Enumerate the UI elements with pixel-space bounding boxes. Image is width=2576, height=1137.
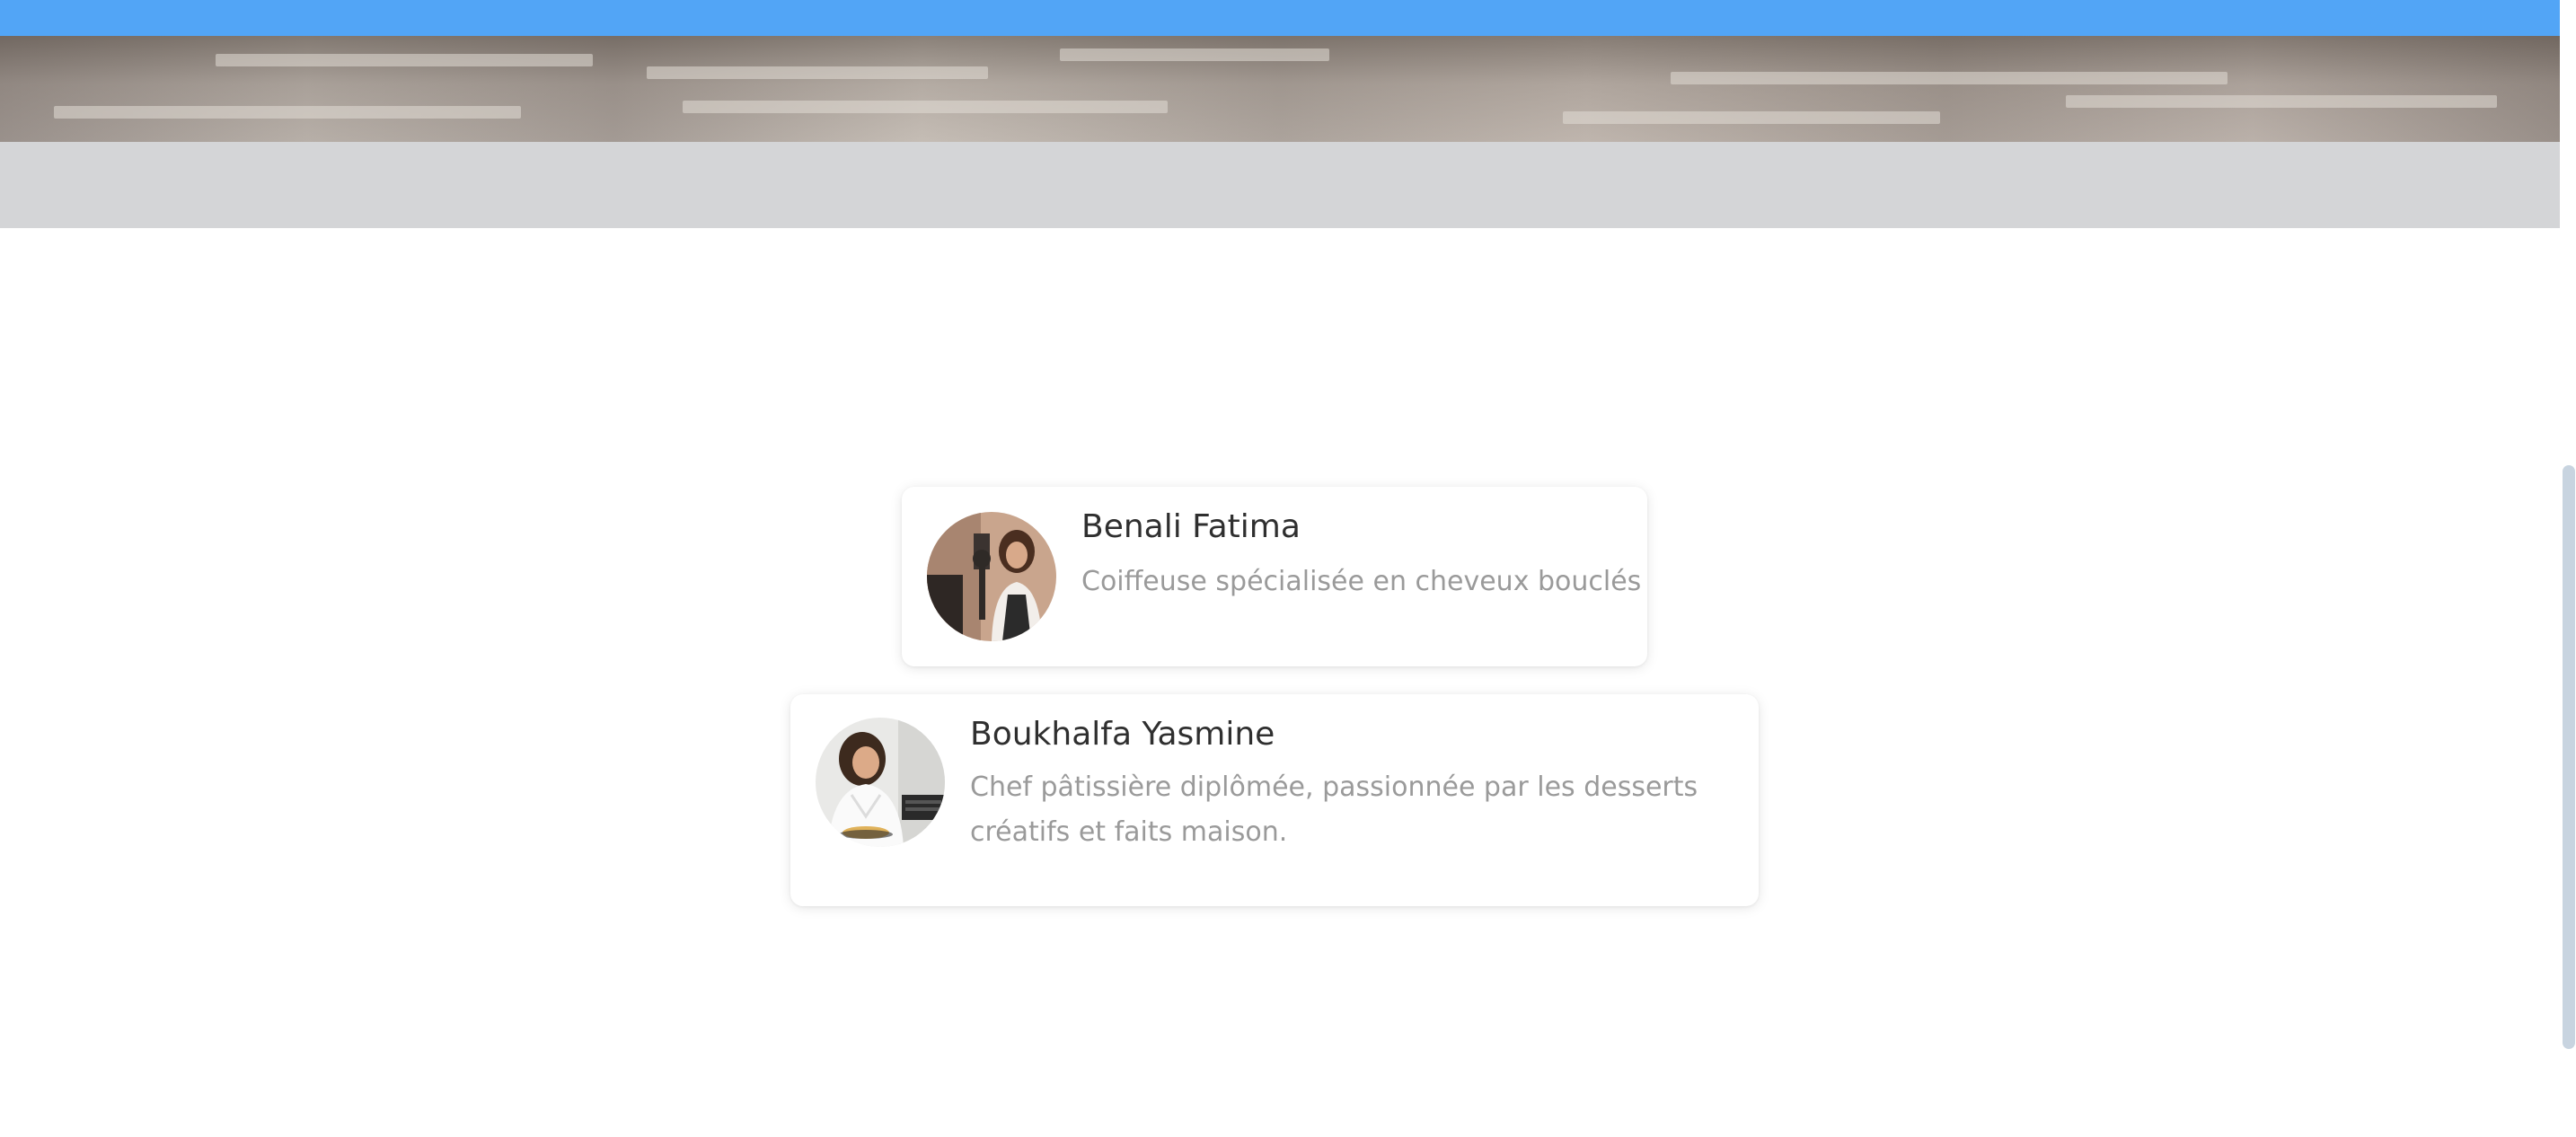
- scrollbar-thumb[interactable]: [2563, 465, 2575, 1049]
- profile-name: Benali Fatima: [1081, 508, 1301, 545]
- woman-hairdresser-photo-icon: [927, 512, 1056, 641]
- profile-card[interactable]: Benali Fatima Coiffeuse spécialisée en c…: [902, 487, 1647, 666]
- scrollbar-track[interactable]: [2560, 0, 2576, 1137]
- hero-image-strip: [0, 36, 2560, 142]
- profile-name: Boukhalfa Yasmine: [970, 716, 1275, 753]
- profile-description: Coiffeuse spécialisée en cheveux bouclés: [1081, 566, 1642, 597]
- page: Benali Fatima Coiffeuse spécialisée en c…: [0, 0, 2576, 1137]
- grey-banner-band: [0, 142, 2560, 228]
- profile-card[interactable]: Boukhalfa Yasmine Chef pâtissière diplôm…: [790, 694, 1759, 906]
- woman-pastry-chef-photo-icon: [816, 718, 945, 847]
- top-color-bar: [0, 0, 2560, 36]
- profile-description: Chef pâtissière diplômée, passionnée par…: [970, 771, 1698, 848]
- avatar: [816, 718, 945, 847]
- avatar: [927, 512, 1056, 641]
